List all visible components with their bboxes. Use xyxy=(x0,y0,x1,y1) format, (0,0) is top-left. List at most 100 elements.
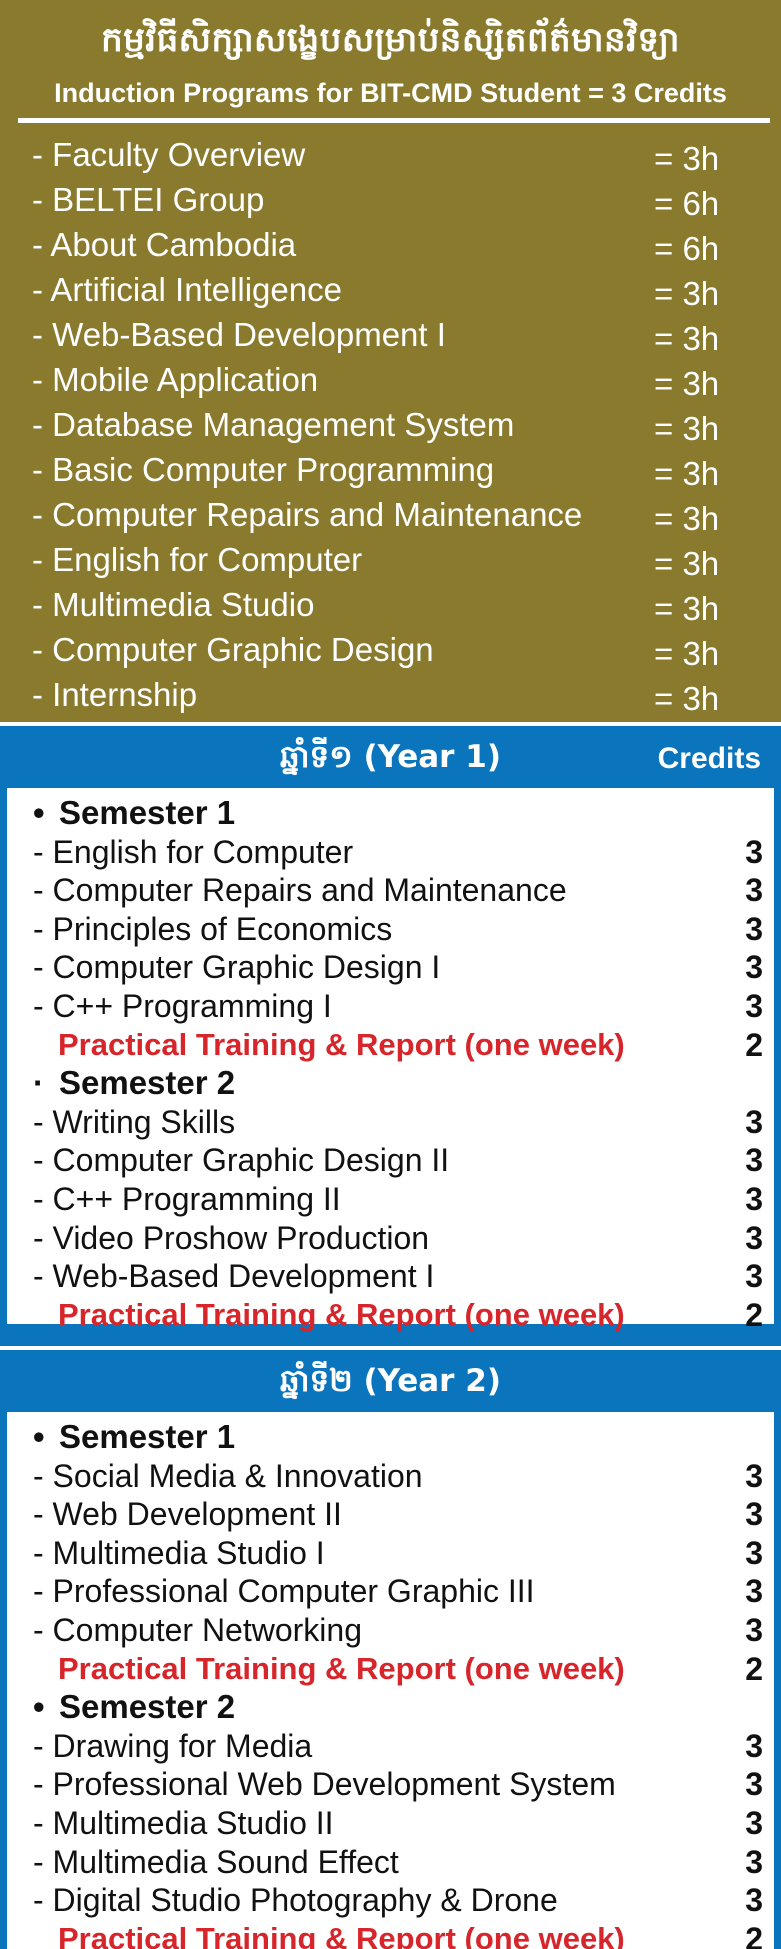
course-row: - Digital Studio Photography & Drone 3 xyxy=(33,1881,763,1920)
induction-item-hours: = 3h xyxy=(654,320,720,357)
course-credits: 3 xyxy=(745,1534,763,1571)
induction-item-name: - About Cambodia xyxy=(32,226,297,263)
course-credits: 3 xyxy=(745,1258,763,1295)
course-name: - C++ Programming I xyxy=(33,987,332,1024)
bullet: • xyxy=(33,794,45,831)
course-name: - Computer Graphic Design II xyxy=(33,1142,450,1179)
course-name: - Multimedia Sound Effect xyxy=(33,1843,399,1880)
bullet: · xyxy=(33,1064,44,1102)
induction-item-hours: = 3h xyxy=(654,590,720,627)
bullet: • xyxy=(33,1418,45,1455)
practical-training-label: Practical Training & Report (one week) xyxy=(58,1026,625,1062)
course-name: - Principles of Economics xyxy=(33,910,393,947)
induction-item-name: - Faculty Overview xyxy=(32,136,306,173)
induction-item-hours: = 3h xyxy=(654,140,720,177)
year2-title: ឆ្នាំទី២ (Year 2) xyxy=(280,1363,501,1399)
course-name: - Computer Networking xyxy=(33,1611,362,1648)
year2-panel: • Semester 1 - Social Media & Innovation 3… xyxy=(0,1412,781,1949)
course-name: - Computer Graphic Design I xyxy=(33,949,441,986)
course-row: - English for Computer 3 xyxy=(33,833,763,872)
course-credits: 2 xyxy=(745,1650,763,1687)
semester-heading: · Semester 2 xyxy=(33,1064,763,1103)
practical-training-row: Practical Training & Report (one week) 2 xyxy=(33,1920,763,1949)
course-row: - Professional Web Development System 3 xyxy=(33,1765,763,1804)
induction-item-hours: = 3h xyxy=(654,410,720,447)
course-row: - Writing Skills 3 xyxy=(33,1103,763,1142)
course-row: - Drawing for Media 3 xyxy=(33,1727,763,1766)
course-credits: 3 xyxy=(745,910,763,947)
induction-item-name: - Web-Based Development I xyxy=(32,316,446,353)
course-credits: 3 xyxy=(745,987,763,1024)
course-row: - Computer Repairs and Maintenance 3 xyxy=(33,871,763,910)
induction-item-name: - Artificial Intelligence xyxy=(32,271,342,308)
course-name: - C++ Programming II xyxy=(33,1180,341,1217)
course-name: - Video Proshow Production xyxy=(33,1219,430,1256)
course-credits: 3 xyxy=(745,1457,763,1494)
induction-item-name: - Internship xyxy=(32,676,198,713)
course-credits: 3 xyxy=(745,833,763,870)
induction-item: - BELTEI Group = 6h xyxy=(32,177,752,222)
induction-item-name: - Computer Graphic Design xyxy=(32,631,434,668)
induction-item-hours: = 3h xyxy=(654,500,720,537)
induction-item-name: - Multimedia Studio xyxy=(32,586,315,623)
induction-item: - Faculty Overview = 3h xyxy=(32,132,752,177)
course-row: - Computer Networking 3 xyxy=(33,1611,763,1650)
course-credits: 3 xyxy=(745,1180,763,1217)
induction-item-hours: = 6h xyxy=(654,185,720,222)
induction-item: - Database Management System = 3h xyxy=(32,402,752,447)
induction-item: - English for Computer = 3h xyxy=(32,537,752,582)
course-name: - Multimedia Studio I xyxy=(33,1534,325,1571)
semester-label: Semester 2 xyxy=(59,1688,236,1726)
induction-item: - Multimedia Studio = 3h xyxy=(32,582,752,627)
course-name: - English for Computer xyxy=(33,833,354,870)
course-row: - C++ Programming I 3 xyxy=(33,987,763,1026)
bullet: • xyxy=(33,1688,45,1726)
induction-item-name: - Computer Repairs and Maintenance xyxy=(32,496,583,533)
semester-label: Semester 2 xyxy=(59,1064,236,1102)
course-credits: 3 xyxy=(745,1496,763,1533)
course-credits: 3 xyxy=(745,1727,763,1764)
course-name: - Social Media & Innovation xyxy=(33,1457,423,1494)
semester-label: Semester 1 xyxy=(59,794,236,831)
induction-item-name: - Mobile Application xyxy=(32,361,319,398)
year1-header: ឆ្នាំទី១ (Year 1) Credits xyxy=(0,726,781,788)
credits-header: Credits xyxy=(657,742,761,775)
course-name: - Digital Studio Photography & Drone xyxy=(33,1882,558,1919)
course-credits: 3 xyxy=(745,1103,763,1140)
practical-training-label: Practical Training & Report (one week) xyxy=(58,1920,625,1949)
course-credits: 3 xyxy=(745,1766,763,1803)
course-row: - Multimedia Studio I 3 xyxy=(33,1534,763,1573)
practical-training-label: Practical Training & Report (one week) xyxy=(58,1650,625,1686)
course-credits: 3 xyxy=(745,1882,763,1919)
induction-item-hours: = 3h xyxy=(654,455,720,492)
practical-training-row: Practical Training & Report (one week) 2 xyxy=(33,1650,763,1689)
year2-course-list: • Semester 1 - Social Media & Innovation 3… xyxy=(33,1418,763,1949)
course-credits: 2 xyxy=(745,1026,763,1063)
induction-item: - About Cambodia = 6h xyxy=(32,222,752,267)
year1-section: ឆ្នាំទី១ (Year 1) Credits • Semester 1 - … xyxy=(0,726,781,1346)
course-credits: 3 xyxy=(745,872,763,909)
course-row: - Computer Graphic Design II 3 xyxy=(33,1141,763,1180)
induction-list: - Faculty Overview = 3h - BELTEI Group = 6… xyxy=(32,132,752,717)
semester-heading: • Semester 1 xyxy=(33,794,763,833)
year2-body: • Semester 1 - Social Media & Innovation 3… xyxy=(7,1412,774,1949)
practical-training-row: Practical Training & Report (one week) 2 xyxy=(33,1296,763,1335)
year2-header: ឆ្នាំទី២ (Year 2) xyxy=(0,1350,781,1412)
induction-item-hours: = 6h xyxy=(654,230,720,267)
year1-panel: • Semester 1 - English for Computer 3 - Co… xyxy=(0,788,781,1346)
course-row: - Multimedia Sound Effect 3 xyxy=(33,1843,763,1882)
course-row: - Computer Graphic Design I 3 xyxy=(33,948,763,987)
course-row: - C++ Programming II 3 xyxy=(33,1180,763,1219)
induction-item-hours: = 3h xyxy=(654,545,720,582)
induction-item-name: - English for Computer xyxy=(32,541,363,578)
induction-item-hours: = 3h xyxy=(654,680,720,717)
induction-item: - Basic Computer Programming = 3h xyxy=(32,447,752,492)
induction-item-name: - BELTEI Group xyxy=(32,181,265,218)
induction-item: - Mobile Application = 3h xyxy=(32,357,752,402)
induction-item: - Computer Repairs and Maintenance = 3h xyxy=(32,492,752,537)
induction-item-hours: = 3h xyxy=(654,635,720,672)
course-row: - Professional Computer Graphic III 3 xyxy=(33,1572,763,1611)
induction-item: - Artificial Intelligence = 3h xyxy=(32,267,752,312)
course-credits: 3 xyxy=(745,1804,763,1841)
semester-heading: • Semester 2 xyxy=(33,1688,763,1727)
